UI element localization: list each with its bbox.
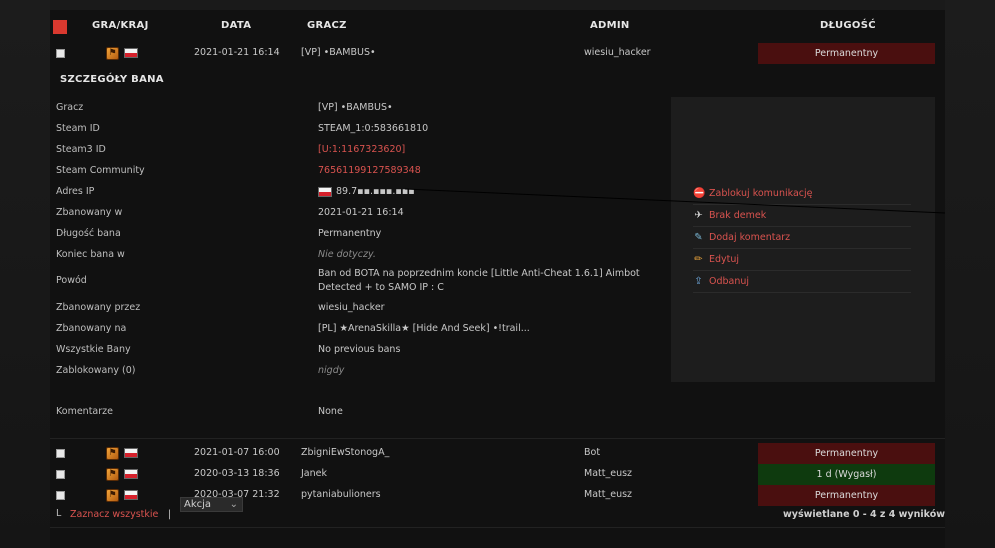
divider xyxy=(50,438,945,439)
row-checkbox[interactable] xyxy=(56,491,65,500)
row-length-badge: Permanentny xyxy=(758,485,935,506)
table-row[interactable]: ⚑ 2021-01-07 16:00 ZbigniEwStonogA_ Bot … xyxy=(50,443,945,464)
bulk-action-select[interactable]: Akcja ⌄ xyxy=(180,497,243,512)
row-admin: Matt_eusz xyxy=(584,489,633,500)
row-player[interactable]: Janek xyxy=(301,468,327,479)
ban-list-panel: GRA/KRAJ DATA GRACZ ADMIN DŁUGOŚĆ ⚑ 2021… xyxy=(50,10,945,548)
game-icon: ⚑ xyxy=(106,447,119,460)
poland-flag-icon xyxy=(124,490,138,500)
row-checkbox[interactable] xyxy=(56,470,65,479)
row-admin: Matt_eusz xyxy=(584,468,633,479)
footer-separator: | xyxy=(168,509,172,520)
row-player[interactable]: pytaniabulioners xyxy=(301,489,381,500)
table-row[interactable]: ⚑ 2020-03-13 18:36 Janek Matt_eusz 1 d (… xyxy=(50,464,945,485)
page-background-right xyxy=(945,0,995,548)
bulk-action-value: Akcja xyxy=(184,499,212,510)
row-date: 2021-01-07 16:00 xyxy=(194,447,280,458)
select-all-arrow-icon: L xyxy=(56,508,62,519)
row-checkbox[interactable] xyxy=(56,449,65,458)
select-all-link[interactable]: Zaznacz wszystkie xyxy=(70,509,158,520)
row-length-badge: Permanentny xyxy=(758,443,935,464)
row-admin: Bot xyxy=(584,447,601,458)
chevron-down-icon: ⌄ xyxy=(229,499,238,510)
row-length-badge: 1 d (Wygasł) xyxy=(758,464,935,485)
poland-flag-icon xyxy=(124,448,138,458)
poland-flag-icon xyxy=(124,469,138,479)
page-background-left xyxy=(0,0,50,548)
game-icon: ⚑ xyxy=(106,489,119,502)
game-icon: ⚑ xyxy=(106,468,119,481)
result-count: wyświetlane 0 - 4 z 4 wyników xyxy=(783,509,946,520)
row-date: 2020-03-13 18:36 xyxy=(194,468,280,479)
row-player[interactable]: ZbigniEwStonogA_ xyxy=(301,447,389,458)
footer-divider xyxy=(50,527,945,528)
